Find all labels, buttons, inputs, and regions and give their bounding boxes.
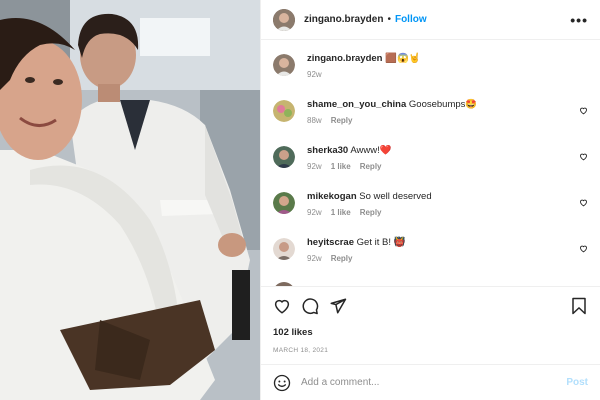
follow-button[interactable]: Follow (395, 14, 427, 25)
caption-meta: 92w (307, 70, 588, 79)
bookmark-icon[interactable] (570, 297, 588, 315)
smiley-icon[interactable] (273, 374, 291, 392)
caption-line: zingano.brayden 🟫😱🤘 (307, 52, 588, 65)
caption-text: 🟫😱🤘 (385, 53, 421, 64)
avatar-image (273, 100, 295, 122)
photo-illustration (0, 0, 260, 400)
comment-username[interactable]: sherka30 (307, 145, 348, 156)
avatar-image (273, 146, 295, 168)
comment-heart-icon[interactable] (579, 152, 588, 161)
reply-button[interactable]: Reply (360, 208, 382, 217)
comment-username[interactable]: mikekogan (307, 191, 357, 202)
comment-username[interactable]: shame_on_you_china (307, 99, 406, 110)
caption-time[interactable]: 92w (307, 70, 322, 79)
comment-avatar[interactable] (273, 192, 295, 214)
reply-button[interactable]: Reply (360, 162, 382, 171)
caption-body: zingano.brayden 🟫😱🤘 92w (307, 52, 588, 79)
more-options-icon[interactable]: ••• (570, 13, 588, 27)
avatar-image (273, 8, 295, 31)
comment-heart-icon[interactable] (579, 244, 588, 253)
comment-likes[interactable]: 1 like (331, 208, 351, 217)
author-avatar[interactable] (273, 8, 295, 31)
avatar-image (273, 192, 295, 214)
comment-meta: 88w Reply (307, 116, 588, 125)
comment-time[interactable]: 92w (307, 254, 322, 263)
comment-input[interactable] (301, 377, 567, 388)
comment-line: mikekogan So well deserved (307, 190, 588, 203)
paper-plane-icon[interactable] (329, 297, 347, 315)
comment-line: heyitscrae Get it B! 👹 (307, 236, 588, 249)
author-username[interactable]: zingano.brayden (304, 14, 383, 25)
comments-list[interactable]: zingano.brayden 🟫😱🤘 92w shame_on_you_chi… (261, 40, 600, 286)
comment-time[interactable]: 92w (307, 208, 322, 217)
instagram-post: zingano.brayden • Follow ••• zingano.bra… (0, 0, 600, 400)
post-header: zingano.brayden • Follow ••• (261, 0, 600, 40)
post-comment-button[interactable]: Post (566, 377, 588, 388)
comment-avatar[interactable] (273, 100, 295, 122)
comment-text: So well deserved (359, 191, 432, 202)
comment-text: Awww!❤️ (350, 145, 392, 156)
post-photo[interactable] (0, 0, 260, 400)
likes-count[interactable]: 102 likes (273, 327, 313, 338)
comment-item: mikekogan So well deserved 92w 1 like Re… (273, 190, 588, 217)
comment-body: sherka30 Awww!❤️ 92w 1 like Reply (307, 144, 588, 171)
heart-icon[interactable] (273, 297, 291, 315)
post-sidebar: zingano.brayden • Follow ••• zingano.bra… (260, 0, 600, 400)
comment-item: heyitscrae Get it B! 👹 92w Reply (273, 236, 588, 263)
comment-composer: Post (261, 364, 600, 400)
comment-text: Goosebumps🤩 (408, 99, 478, 110)
comment-meta: 92w 1 like Reply (307, 208, 588, 217)
post-actions: 102 likes MARCH 18, 2021 (261, 286, 600, 364)
comment-body: shame_on_you_china Goosebumps🤩 88w Reply (307, 98, 588, 125)
comment-heart-icon[interactable] (579, 198, 588, 207)
comment-bubble-icon[interactable] (301, 297, 319, 315)
comment-time[interactable]: 92w (307, 162, 322, 171)
caption-username[interactable]: zingano.brayden (307, 53, 382, 64)
comment-line: sherka30 Awww!❤️ (307, 144, 588, 157)
post-date[interactable]: MARCH 18, 2021 (273, 347, 328, 354)
caption: zingano.brayden 🟫😱🤘 92w (273, 52, 588, 79)
comment-heart-icon[interactable] (579, 106, 588, 115)
comment-meta: 92w Reply (307, 254, 588, 263)
comment-avatar[interactable] (273, 238, 295, 260)
comment-avatar[interactable] (273, 146, 295, 168)
comment-item: sherka30 Awww!❤️ 92w 1 like Reply (273, 144, 588, 171)
comment-body: mikekogan So well deserved 92w 1 like Re… (307, 190, 588, 217)
caption-avatar[interactable] (273, 54, 295, 76)
comment-likes[interactable]: 1 like (331, 162, 351, 171)
avatar-image (273, 54, 295, 76)
comment-text: Get it B! 👹 (356, 237, 406, 248)
comment-time[interactable]: 88w (307, 116, 322, 125)
comment-item: shame_on_you_china Goosebumps🤩 88w Reply (273, 98, 588, 125)
comment-body: heyitscrae Get it B! 👹 92w Reply (307, 236, 588, 263)
avatar-image (273, 238, 295, 260)
header-separator: • (387, 14, 391, 25)
reply-button[interactable]: Reply (331, 116, 353, 125)
action-bar (273, 297, 588, 317)
comment-line: shame_on_you_china Goosebumps🤩 (307, 98, 588, 111)
comment-meta: 92w 1 like Reply (307, 162, 588, 171)
comment-username[interactable]: heyitscrae (307, 237, 354, 248)
reply-button[interactable]: Reply (331, 254, 353, 263)
